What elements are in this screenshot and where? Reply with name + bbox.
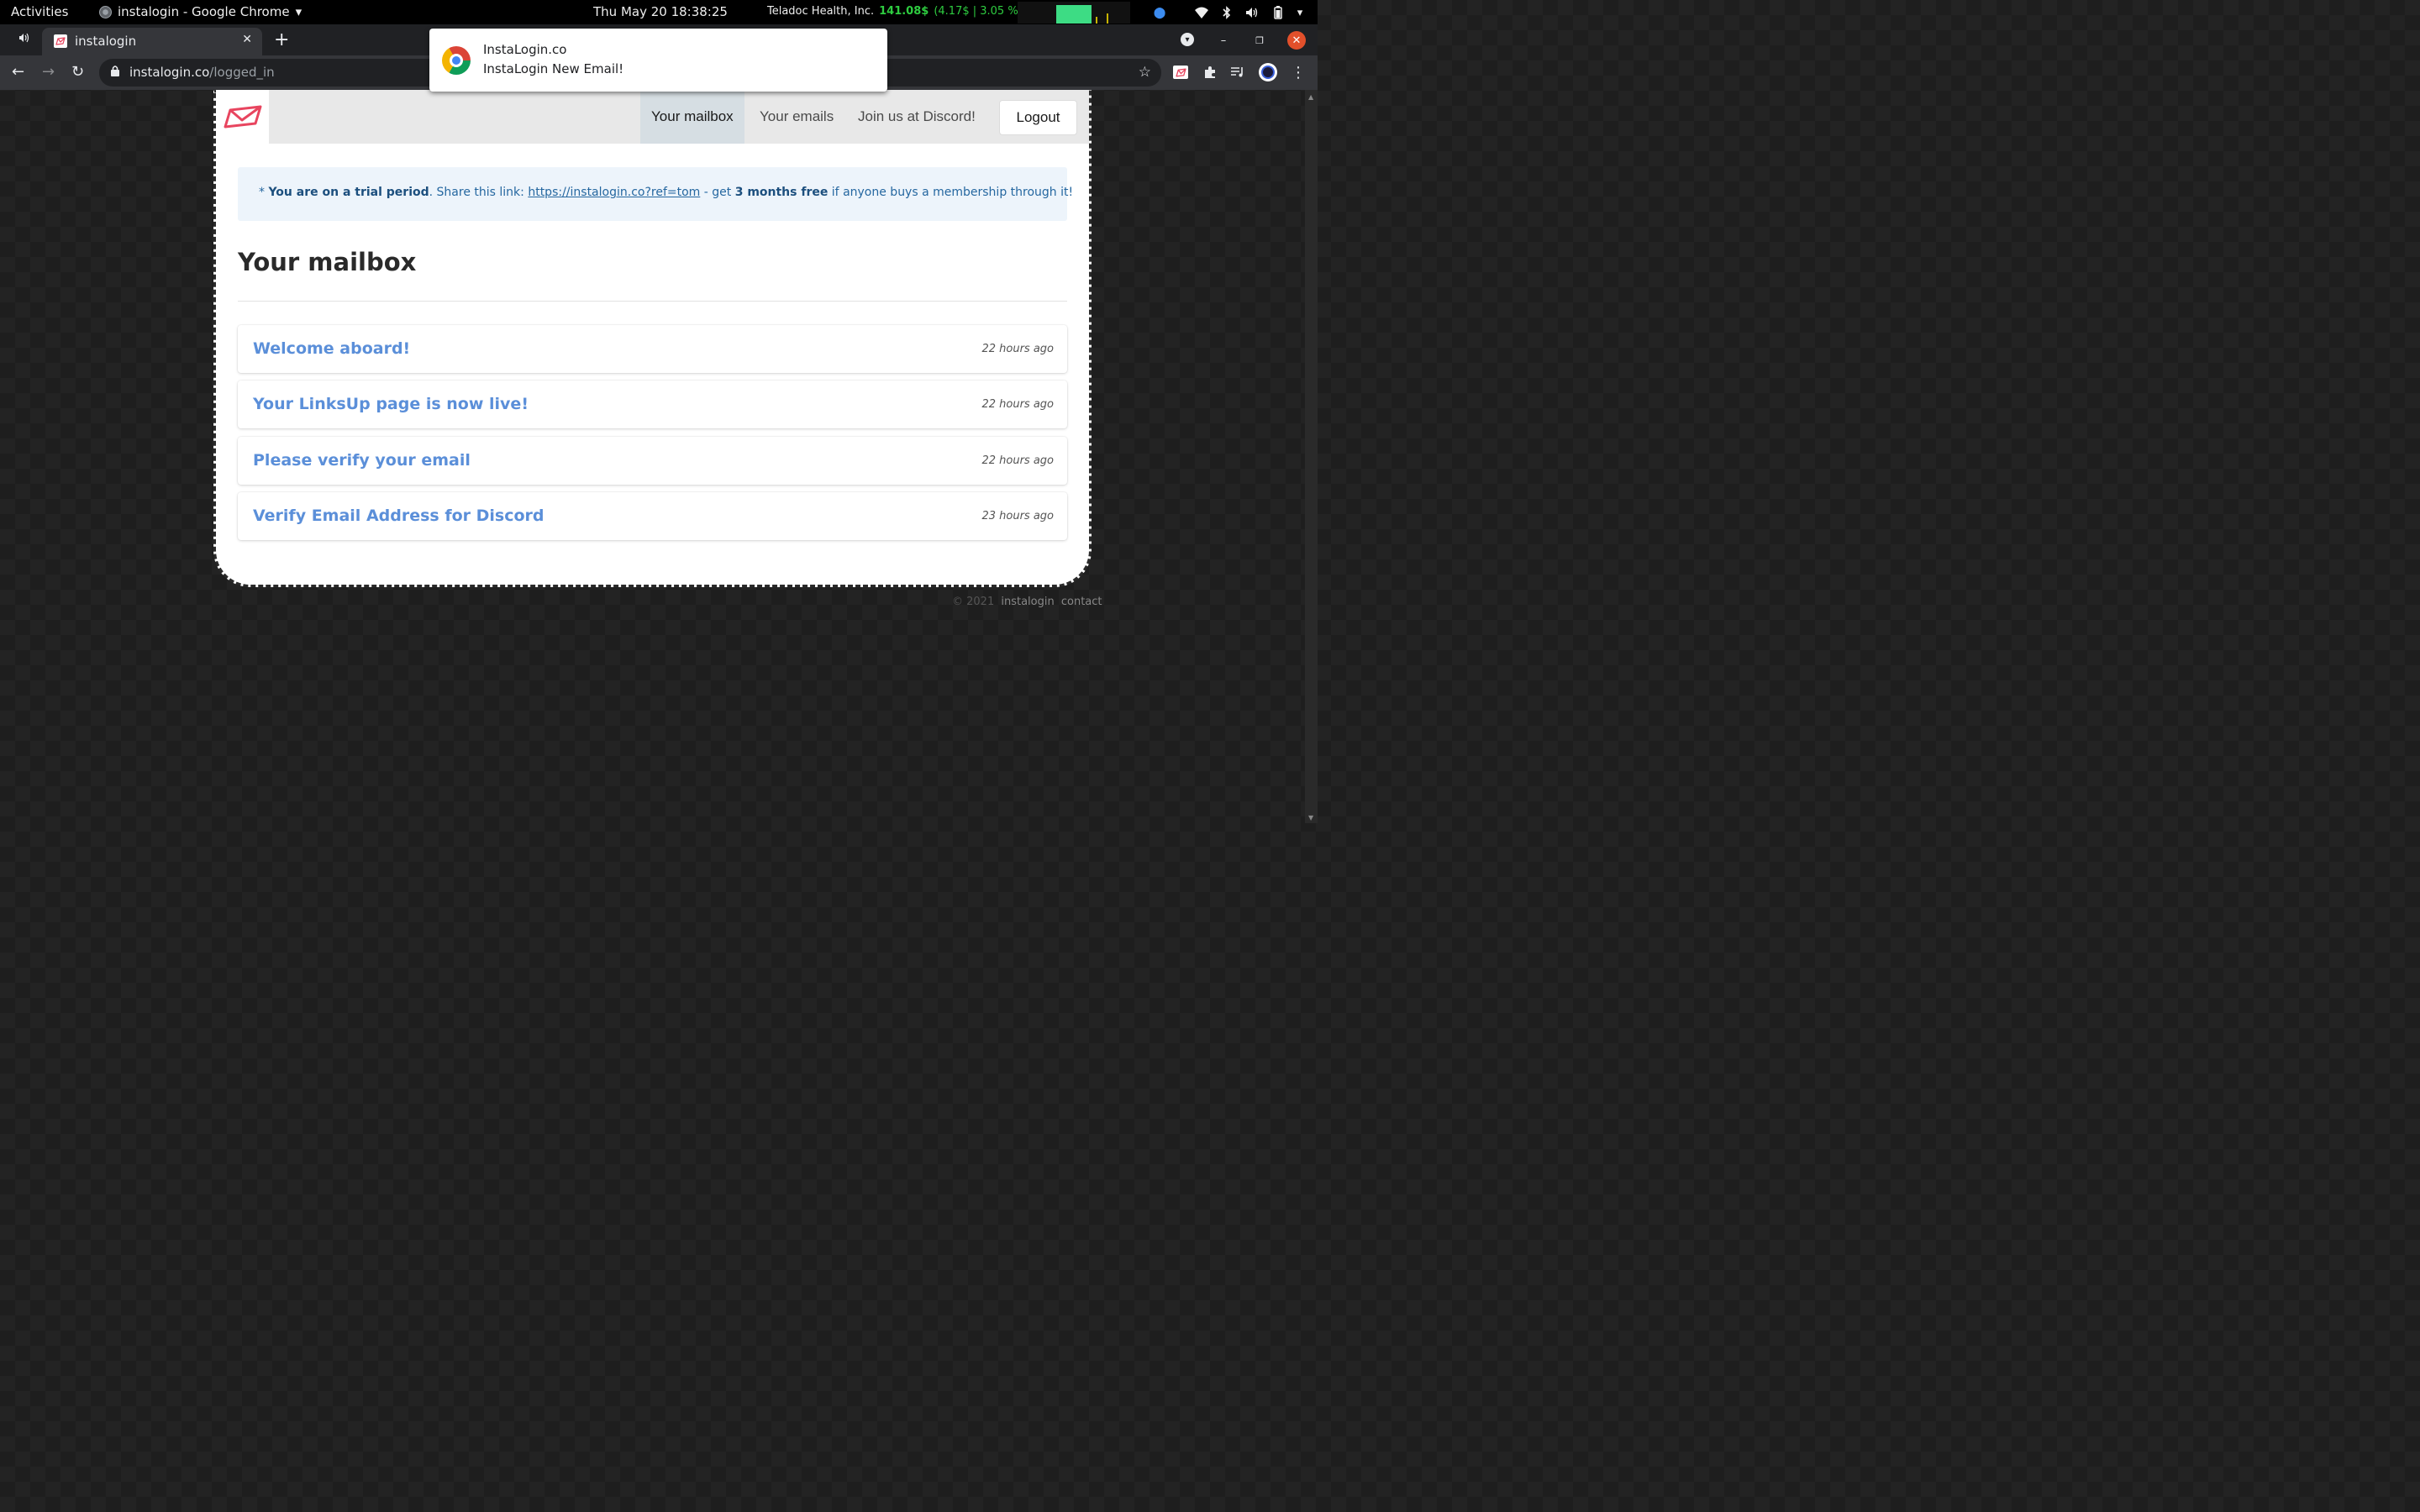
stock-change: (4.17$ | 3.05 %) xyxy=(934,5,1023,18)
email-row[interactable]: Welcome aboard! 22 hours ago xyxy=(238,325,1067,373)
close-window-icon[interactable]: ✕ xyxy=(1287,31,1306,50)
url-path: /logged_in xyxy=(209,65,275,80)
notification-title: InstaLogin.co xyxy=(483,42,567,57)
tab-instalogin[interactable]: instalogin ✕ xyxy=(42,28,262,55)
email-time: 22 hours ago xyxy=(981,454,1054,467)
app-menu-title: instalogin - Google Chrome xyxy=(118,4,290,19)
footer-brand-link[interactable]: instalogin xyxy=(1001,596,1054,608)
profile-avatar-icon[interactable] xyxy=(1259,63,1277,81)
os-top-bar: Activities instalogin - Google Chrome ▾ … xyxy=(0,0,1318,24)
logout-button[interactable]: Logout xyxy=(999,100,1077,135)
graph-tick xyxy=(1096,17,1097,24)
scroll-up-arrow-icon[interactable]: ▲ xyxy=(1308,93,1313,101)
banner-share-text: . Share this link: xyxy=(429,186,529,199)
instalogin-favicon-icon xyxy=(54,34,67,48)
bluetooth-icon[interactable] xyxy=(1218,4,1235,21)
email-row[interactable]: Verify Email Address for Discord 23 hour… xyxy=(238,492,1067,540)
chrome-logo-icon xyxy=(442,46,471,75)
system-monitor-graph[interactable] xyxy=(1018,2,1130,24)
site-footer: © 2021 instalogin contact xyxy=(952,596,1102,608)
banner-prefix: * xyxy=(259,186,269,199)
instalogin-extension-icon[interactable] xyxy=(1173,66,1188,79)
email-subject[interactable]: Welcome aboard! xyxy=(253,339,410,358)
banner-free-text: 3 months free xyxy=(734,186,829,199)
divider xyxy=(238,301,1067,302)
email-time: 22 hours ago xyxy=(981,398,1054,411)
nav-your-emails[interactable]: Your emails xyxy=(749,90,844,144)
referral-link[interactable]: https://instalogin.co?ref=tom xyxy=(528,186,700,199)
email-subject[interactable]: Your LinksUp page is now live! xyxy=(253,395,529,413)
system-menu-chevron-icon[interactable]: ▾ xyxy=(1292,4,1308,21)
chrome-icon xyxy=(99,5,112,18)
extensions-puzzle-icon[interactable] xyxy=(1202,64,1218,81)
app-menu[interactable]: instalogin - Google Chrome ▾ xyxy=(99,4,302,19)
stock-price: 141.08$ xyxy=(879,5,929,18)
nav-your-mailbox[interactable]: Your mailbox xyxy=(640,90,744,144)
banner-trial-text: You are on a trial period xyxy=(268,186,429,199)
forward-arrow-icon[interactable]: → xyxy=(42,63,55,81)
minimize-icon[interactable]: – xyxy=(1216,33,1231,48)
email-time: 22 hours ago xyxy=(981,343,1054,355)
trial-banner: * You are on a trial period. Share this … xyxy=(238,167,1073,221)
cpu-usage-bar xyxy=(1056,5,1092,24)
lock-icon[interactable] xyxy=(111,66,119,79)
bluetooth-status-icon[interactable]: ⬤ xyxy=(1151,4,1168,21)
page-scrollbar[interactable]: ▲ ▼ xyxy=(1305,90,1318,823)
page-card: Your mailbox Your emails Join us at Disc… xyxy=(213,90,1092,587)
banner-get-text: - get xyxy=(700,186,735,199)
new-tab-icon[interactable]: + xyxy=(274,29,289,50)
desktop-notification[interactable]: InstaLogin.co InstaLogin New Email! xyxy=(429,29,887,92)
footer-copyright: © 2021 xyxy=(952,596,995,608)
stock-ticker[interactable]: Teladoc Health, Inc. 141.08$ (4.17$ | 3.… xyxy=(767,5,1023,18)
chrome-menu-icon[interactable]: ⋮ xyxy=(1290,64,1307,81)
tab-search-icon[interactable]: ▾ xyxy=(1181,33,1194,46)
footer-contact-link[interactable]: contact xyxy=(1061,596,1102,608)
url-text[interactable]: instalogin.co/logged_in xyxy=(129,65,275,80)
stock-name: Teladoc Health, Inc. xyxy=(767,5,875,18)
activities-button[interactable]: Activities xyxy=(11,4,68,19)
close-tab-icon[interactable]: ✕ xyxy=(242,33,252,46)
media-queue-icon[interactable] xyxy=(1229,64,1246,81)
email-row[interactable]: Your LinksUp page is now live! 22 hours … xyxy=(238,381,1067,428)
email-subject[interactable]: Verify Email Address for Discord xyxy=(253,507,544,525)
scroll-down-arrow-icon[interactable]: ▼ xyxy=(1308,814,1313,822)
notification-body: InstaLogin New Email! xyxy=(483,61,624,76)
email-subject[interactable]: Please verify your email xyxy=(253,451,471,470)
battery-icon[interactable] xyxy=(1270,4,1286,21)
instalogin-logo-icon[interactable] xyxy=(216,90,269,144)
banner-suffix-text: if anyone buys a membership through it! xyxy=(828,186,1074,199)
url-host: instalogin.co xyxy=(129,65,210,80)
back-arrow-icon[interactable]: ← xyxy=(12,63,24,81)
chevron-down-icon: ▾ xyxy=(295,4,302,19)
wifi-icon[interactable] xyxy=(1193,4,1210,21)
clock[interactable]: Thu May 20 18:38:25 xyxy=(593,4,728,19)
nav-join-discord[interactable]: Join us at Discord! xyxy=(847,90,986,144)
site-navbar: Your mailbox Your emails Join us at Disc… xyxy=(216,90,1089,144)
page-title: Your mailbox xyxy=(238,248,417,276)
tab-title: instalogin xyxy=(75,34,137,49)
email-time: 23 hours ago xyxy=(981,510,1054,522)
email-row[interactable]: Please verify your email 22 hours ago xyxy=(238,437,1067,485)
graph-tick xyxy=(1107,13,1108,24)
volume-icon[interactable] xyxy=(1244,4,1260,21)
tab-audio-icon[interactable] xyxy=(18,33,30,46)
reload-icon[interactable]: ↻ xyxy=(71,63,84,81)
bookmark-star-icon[interactable]: ☆ xyxy=(1139,64,1151,81)
restore-icon[interactable]: ❐ xyxy=(1252,33,1267,48)
